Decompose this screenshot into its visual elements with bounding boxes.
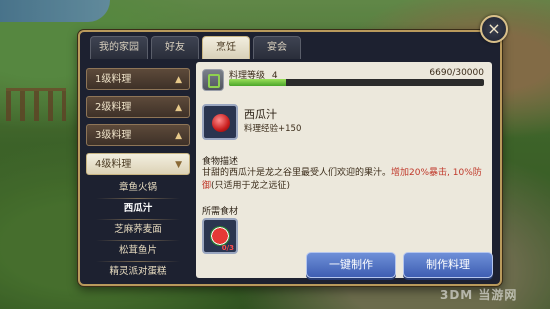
description-text: 甘甜的西瓜汁是龙之谷里最受人们欢迎的果汁。增加20%暴击, 10%防御(只适用于… xyxy=(202,167,486,193)
ingredient-count: 0/3 xyxy=(221,244,234,252)
watermark: 3DM 当游网 xyxy=(440,288,518,302)
category-label: 2级料理 xyxy=(95,102,132,113)
category-level-2[interactable]: 2级料理 ▲ xyxy=(86,96,190,118)
category-level-4[interactable]: 4级料理 ▼ xyxy=(86,153,190,175)
level-progress-bar xyxy=(229,79,484,86)
recipe-item-watermelon-juice[interactable]: 西瓜汁 xyxy=(86,199,190,219)
recipe-item-octopus-hotpot[interactable]: 章鱼火锅 xyxy=(86,178,190,198)
tab-bar: 我的家园 好友 烹饪 宴会 xyxy=(90,36,301,60)
chevron-up-icon: ▲ xyxy=(175,75,182,85)
category-level-3[interactable]: 3级料理 ▲ xyxy=(86,124,190,146)
description-main: 甘甜的西瓜汁是龙之谷里最受人们欢迎的果汁。 xyxy=(202,168,392,178)
close-icon[interactable]: × xyxy=(480,15,508,43)
tab-home[interactable]: 我的家园 xyxy=(90,36,148,59)
category-level-1[interactable]: 1级料理 ▲ xyxy=(86,68,190,90)
chevron-up-icon: ▲ xyxy=(175,131,182,141)
category-label: 1级料理 xyxy=(95,74,132,85)
category-label: 3级料理 xyxy=(95,130,132,141)
chevron-down-icon: ▼ xyxy=(175,160,182,170)
recipe-item-matsutake-fish[interactable]: 松茸鱼片 xyxy=(86,241,190,261)
dish-exp-reward: 料理经验+150 xyxy=(244,124,302,134)
level-exp-count: 6690/30000 xyxy=(429,68,484,78)
tab-banquet[interactable]: 宴会 xyxy=(253,36,301,59)
recipe-item-sesame-soba[interactable]: 芝麻荞麦面 xyxy=(86,220,190,240)
tab-friends[interactable]: 好友 xyxy=(151,36,199,59)
level-progress-fill xyxy=(229,79,286,86)
chevron-up-icon: ▲ xyxy=(175,103,182,113)
juice-cup-icon xyxy=(202,104,238,140)
watermelon-icon[interactable]: 0/3 xyxy=(202,218,238,254)
recipe-sidebar: 1级料理 ▲ 2级料理 ▲ 3级料理 ▲ 4级料理 ▼ 章鱼火锅 西瓜汁 芝麻荞… xyxy=(86,62,190,280)
recipe-detail: 料理等级 4 6690/30000 西瓜汁 料理经验+150 食物描述 甘甜的西… xyxy=(196,62,492,278)
recipe-item-elf-party-cake[interactable]: 精灵派对蛋糕 xyxy=(86,262,190,282)
ingredients-title: 所需食材 xyxy=(202,207,239,217)
make-dish-button[interactable]: 制作料理 xyxy=(403,252,493,278)
category-label: 4级料理 xyxy=(95,159,132,170)
cooking-level-icon xyxy=(202,69,224,91)
description-note: (只适用于龙之远征) xyxy=(211,181,291,191)
dish-name: 西瓜汁 xyxy=(244,108,277,121)
description-title: 食物描述 xyxy=(202,157,239,167)
cooking-panel: 我的家园 好友 烹饪 宴会 1级料理 ▲ 2级料理 ▲ 3级料理 ▲ 4级料理 … xyxy=(78,30,502,286)
tab-cooking[interactable]: 烹饪 xyxy=(202,36,250,59)
one-click-make-button[interactable]: 一键制作 xyxy=(306,252,396,278)
